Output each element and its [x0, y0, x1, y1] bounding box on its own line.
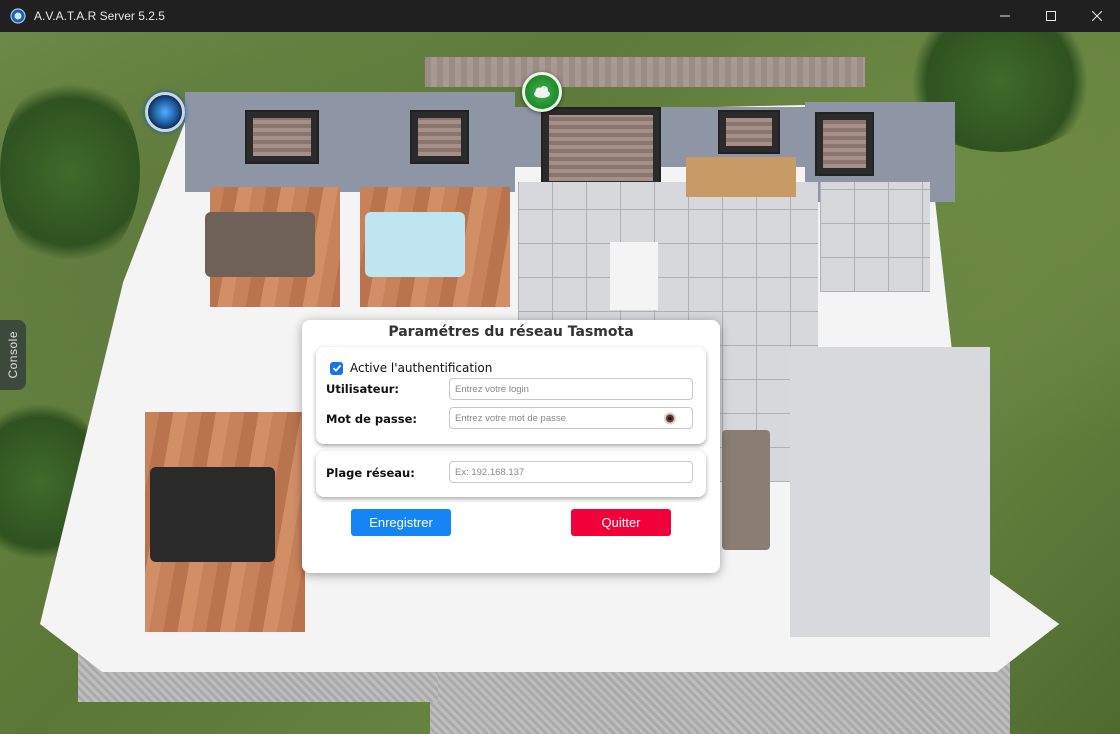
password-placeholder: Entrez votre mot de passe [455, 412, 566, 424]
network-range-placeholder: Ex: 192.168.137 [455, 466, 525, 478]
title-bar: A.V.A.T.A.R Server 5.2.5 [0, 0, 1120, 32]
auth-checkbox[interactable] [330, 361, 343, 375]
sofa [722, 430, 770, 550]
tasmota-settings-dialog: Paramétres du réseau Tasmota Active l'au… [302, 320, 720, 573]
tree [0, 72, 140, 272]
auth-checkbox-label: Active l'authentification [350, 361, 493, 375]
save-button[interactable]: Enregistrer [351, 509, 451, 536]
username-input[interactable]: Entrez votre login [449, 378, 693, 400]
console-tab-label: Console [6, 331, 20, 379]
auth-checkbox-row[interactable]: Active l'authentification [330, 361, 492, 375]
console-tab[interactable]: Console [0, 320, 26, 390]
minimize-button[interactable] [982, 0, 1028, 32]
window [815, 112, 874, 176]
dining-table [610, 242, 658, 310]
weather-cloud-icon[interactable] [522, 72, 562, 112]
eye-icon[interactable] [662, 412, 678, 425]
network-panel: Plage réseau: Ex: 192.168.137 [316, 451, 706, 497]
avatar-orb-icon[interactable] [145, 92, 185, 132]
window-title: A.V.A.T.A.R Server 5.2.5 [34, 9, 165, 23]
maximize-button[interactable] [1028, 0, 1074, 32]
window [410, 110, 469, 164]
password-input[interactable]: Entrez votre mot de passe [449, 407, 693, 429]
close-icon [1092, 11, 1102, 21]
maximize-icon [1046, 11, 1056, 21]
password-label: Mot de passe: [326, 412, 417, 426]
dialog-title: Paramétres du réseau Tasmota [388, 324, 634, 340]
username-label: Utilisateur: [326, 382, 400, 396]
username-placeholder: Entrez votre login [455, 383, 529, 395]
bed [365, 212, 465, 277]
minimize-icon [1000, 15, 1010, 17]
bed [150, 467, 275, 562]
kitchen-counter [686, 157, 796, 197]
app-icon [10, 8, 26, 24]
close-button[interactable] [1074, 0, 1120, 32]
garage-floor [790, 347, 990, 637]
quit-button[interactable]: Quitter [571, 509, 671, 536]
network-range-input[interactable]: Ex: 192.168.137 [449, 461, 693, 483]
terrace [425, 57, 865, 87]
bed [205, 212, 315, 277]
window-controls [982, 0, 1120, 32]
auth-panel: Active l'authentification Utilisateur: E… [316, 347, 706, 444]
window [718, 110, 780, 154]
check-icon [332, 364, 341, 372]
window [245, 110, 319, 164]
window [541, 107, 661, 189]
network-range-label: Plage réseau: [326, 466, 415, 480]
utility-floor [820, 182, 930, 292]
